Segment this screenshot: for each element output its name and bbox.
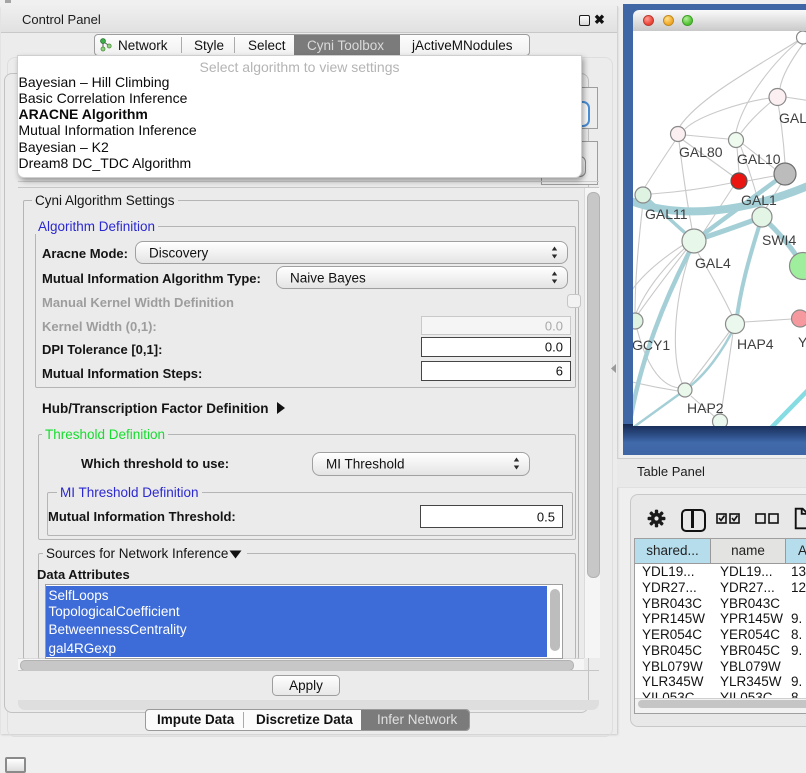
- svg-text:GAL11: GAL11: [645, 206, 688, 222]
- svg-text:SWI4: SWI4: [762, 232, 796, 248]
- svg-text:GCY1: GCY1: [633, 337, 670, 353]
- svg-text:HAP4: HAP4: [737, 336, 774, 352]
- svg-text:GAL7: GAL7: [779, 110, 806, 126]
- svg-text:HAP2: HAP2: [687, 400, 724, 416]
- svg-text:GAL4: GAL4: [695, 255, 731, 271]
- svg-text:Y: Y: [798, 334, 806, 350]
- svg-text:GAL1: GAL1: [741, 192, 777, 208]
- svg-text:GAL10: GAL10: [737, 151, 781, 167]
- svg-text:GAL80: GAL80: [679, 144, 723, 160]
